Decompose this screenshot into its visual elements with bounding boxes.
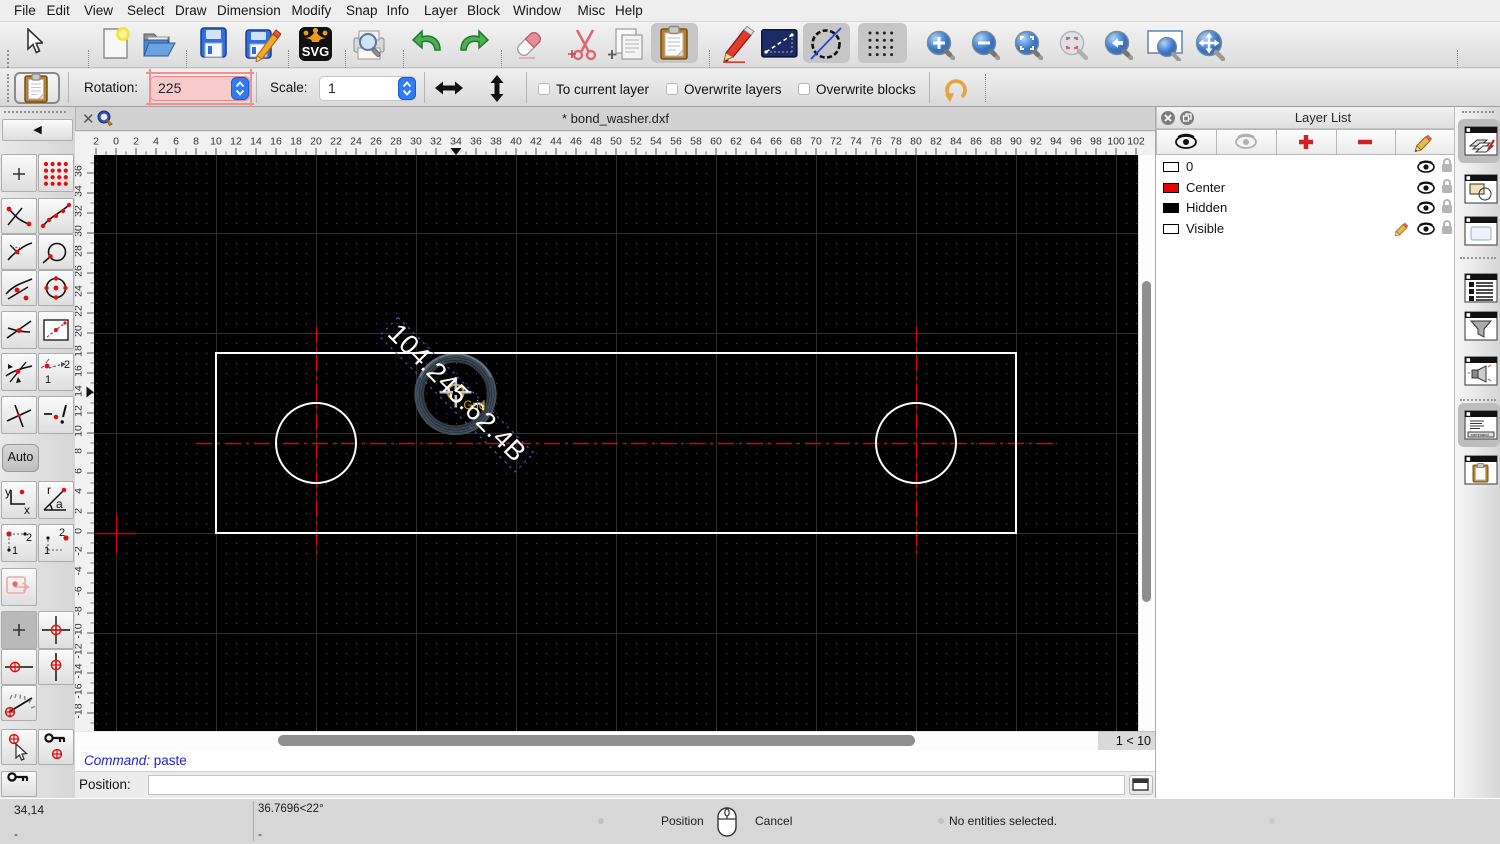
svg-text:2: 2: [59, 527, 65, 539]
svg-text:SVG: SVG: [302, 44, 329, 59]
svg-text:a: a: [56, 497, 63, 511]
svg-text:98: 98: [1090, 136, 1102, 148]
svg-text:-2: -2: [75, 546, 85, 555]
svg-text:90: 90: [1010, 136, 1022, 148]
svg-text:70: 70: [810, 136, 822, 148]
svg-text:38: 38: [490, 136, 502, 148]
svg-text:22: 22: [75, 305, 85, 317]
svg-text:26: 26: [370, 136, 382, 148]
svg-text:80: 80: [910, 136, 922, 148]
svg-text:14: 14: [250, 136, 262, 148]
svg-text:36: 36: [75, 165, 85, 177]
svg-text:-4: -4: [75, 566, 85, 575]
svg-text:44: 44: [550, 136, 562, 148]
svg-text:0: 0: [75, 528, 85, 534]
svg-text:94: 94: [1050, 136, 1062, 148]
svg-text:66: 66: [770, 136, 782, 148]
svg-text:1: 1: [12, 545, 18, 557]
svg-text:16: 16: [75, 365, 85, 377]
svg-text:52: 52: [630, 136, 642, 148]
svg-text:6: 6: [173, 136, 179, 148]
svg-text:86: 86: [970, 136, 982, 148]
svg-text:-16: -16: [75, 683, 85, 698]
svg-text:22: 22: [330, 136, 342, 148]
svg-text:50: 50: [610, 136, 622, 148]
svg-text:8: 8: [193, 136, 199, 148]
svg-text:46: 46: [570, 136, 582, 148]
svg-text:10: 10: [210, 136, 222, 148]
svg-text:36: 36: [470, 136, 482, 148]
svg-text:68: 68: [790, 136, 802, 148]
svg-text:28: 28: [390, 136, 402, 148]
svg-text:8: 8: [75, 448, 85, 454]
svg-text:82: 82: [930, 136, 942, 148]
svg-text:-12: -12: [75, 643, 85, 658]
svg-text:2: 2: [75, 508, 85, 514]
svg-text:12: 12: [75, 405, 85, 417]
svg-text:48: 48: [590, 136, 602, 148]
svg-text:28: 28: [75, 245, 85, 257]
svg-text:14: 14: [75, 385, 85, 397]
svg-text:40: 40: [510, 136, 522, 148]
svg-text:58: 58: [690, 136, 702, 148]
svg-text:2: 2: [64, 359, 70, 371]
svg-text:84: 84: [950, 136, 962, 148]
svg-text:r: r: [47, 483, 51, 497]
svg-text:74: 74: [850, 136, 862, 148]
svg-text:-18: -18: [75, 703, 85, 718]
svg-text:62: 62: [730, 136, 742, 148]
svg-text:12: 12: [230, 136, 242, 148]
svg-text:42: 42: [530, 136, 542, 148]
svg-text:-10: -10: [75, 623, 85, 638]
svg-text:1: 1: [45, 374, 51, 386]
svg-text:88: 88: [990, 136, 1002, 148]
svg-text:2: 2: [26, 532, 32, 544]
svg-text:92: 92: [1030, 136, 1042, 148]
svg-text:y: y: [5, 485, 11, 499]
svg-text:18: 18: [290, 136, 302, 148]
svg-text:6: 6: [75, 468, 85, 474]
svg-text:30: 30: [410, 136, 422, 148]
svg-text:16: 16: [270, 136, 282, 148]
svg-text:32: 32: [75, 205, 85, 217]
svg-text:76: 76: [870, 136, 882, 148]
svg-text:4: 4: [153, 136, 159, 148]
svg-text:102: 102: [1127, 136, 1145, 148]
svg-text:72: 72: [830, 136, 842, 148]
svg-text:32: 32: [430, 136, 442, 148]
svg-text:60: 60: [710, 136, 722, 148]
svg-text:56: 56: [670, 136, 682, 148]
svg-text:24: 24: [350, 136, 362, 148]
svg-text:-8: -8: [75, 606, 85, 615]
svg-text:1: 1: [44, 545, 50, 557]
svg-text:command: command: [1471, 432, 1489, 437]
svg-text:64: 64: [750, 136, 762, 148]
svg-text:Grid: Grid: [464, 400, 486, 412]
svg-text:34: 34: [75, 185, 85, 197]
svg-text:78: 78: [890, 136, 902, 148]
svg-text:0: 0: [113, 136, 119, 148]
svg-text:100: 100: [1107, 136, 1125, 148]
svg-text:20: 20: [310, 136, 322, 148]
svg-text:-6: -6: [75, 586, 85, 595]
svg-text:2: 2: [93, 136, 99, 148]
svg-text:10: 10: [75, 425, 85, 437]
svg-text:54: 54: [650, 136, 662, 148]
svg-text:18: 18: [75, 345, 85, 357]
svg-text:-14: -14: [75, 663, 85, 678]
svg-text:30: 30: [75, 225, 85, 237]
svg-text:26: 26: [75, 265, 85, 277]
svg-text:4: 4: [75, 488, 85, 494]
svg-text:96: 96: [1070, 136, 1082, 148]
svg-text:2: 2: [133, 136, 139, 148]
svg-text:34: 34: [450, 136, 462, 148]
svg-text:24: 24: [75, 285, 85, 297]
svg-text:x: x: [24, 503, 30, 517]
svg-text:20: 20: [75, 325, 85, 337]
